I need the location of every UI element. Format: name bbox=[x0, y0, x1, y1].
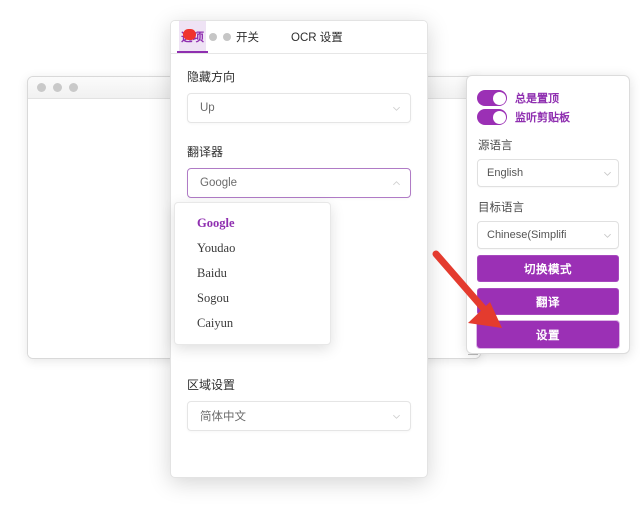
tab-switches[interactable]: 开关 bbox=[234, 21, 259, 53]
dropdown-option-label: Caiyun bbox=[197, 316, 234, 330]
settings-button[interactable]: 设置 bbox=[477, 321, 619, 348]
translator-value: Google bbox=[200, 177, 238, 189]
minimize-icon[interactable] bbox=[53, 83, 62, 92]
maximize-icon[interactable] bbox=[69, 83, 78, 92]
notification-badge-icon bbox=[183, 29, 196, 40]
chevron-down-icon bbox=[393, 414, 400, 419]
dropdown-option-label: Sogou bbox=[197, 291, 229, 305]
translator-label: 翻译器 bbox=[187, 145, 224, 159]
switch-mode-button[interactable]: 切换模式 bbox=[477, 255, 619, 282]
always-on-top-label: 总是置顶 bbox=[515, 93, 559, 105]
hide-direction-label: 隐藏方向 bbox=[187, 70, 236, 84]
dropdown-option-google[interactable]: Google bbox=[175, 211, 330, 236]
settings-label: 设置 bbox=[536, 329, 560, 342]
toggle-knob-icon bbox=[492, 110, 506, 124]
toggle-row-always-on-top[interactable]: 总是置顶 bbox=[477, 90, 619, 106]
locale-label: 区域设置 bbox=[187, 378, 236, 392]
tab-separator-dot-icon bbox=[209, 33, 217, 41]
chevron-down-icon bbox=[604, 171, 611, 176]
toggle-knob-icon bbox=[492, 91, 506, 105]
tab-separator-dot-icon bbox=[223, 33, 231, 41]
settings-tabbar: 选项 开关 OCR 设置 bbox=[171, 21, 427, 54]
translator-select[interactable]: Google bbox=[187, 168, 411, 198]
close-icon[interactable] bbox=[37, 83, 46, 92]
dropdown-option-label: Baidu bbox=[197, 266, 227, 280]
dropdown-option-sogou[interactable]: Sogou bbox=[175, 286, 330, 311]
chevron-down-icon bbox=[393, 106, 400, 111]
dropdown-option-caiyun[interactable]: Caiyun bbox=[175, 311, 330, 336]
dropdown-option-label: Youdao bbox=[197, 241, 236, 255]
floating-control-panel: 总是置顶 监听剪贴板 源语言 English 目标语言 Chinese(Simp… bbox=[466, 75, 630, 354]
switch-mode-label: 切换模式 bbox=[524, 263, 572, 276]
translate-button[interactable]: 翻译 bbox=[477, 288, 619, 315]
chevron-down-icon bbox=[604, 233, 611, 238]
tab-ocr-settings-label: OCR 设置 bbox=[291, 32, 343, 44]
locale-field-group: 区域设置 简体中文 bbox=[187, 376, 411, 451]
hide-direction-value: Up bbox=[200, 102, 215, 114]
dropdown-option-label: Google bbox=[197, 216, 235, 230]
listen-clipboard-toggle[interactable] bbox=[477, 109, 507, 125]
chevron-up-icon bbox=[393, 180, 400, 185]
source-language-select[interactable]: English bbox=[477, 159, 619, 187]
source-language-label: 源语言 bbox=[478, 140, 513, 152]
tab-switches-label: 开关 bbox=[236, 32, 259, 44]
tab-ocr-settings[interactable]: OCR 设置 bbox=[259, 21, 343, 53]
target-language-label: 目标语言 bbox=[478, 202, 524, 214]
always-on-top-toggle[interactable] bbox=[477, 90, 507, 106]
hide-direction-select[interactable]: Up bbox=[187, 93, 411, 123]
target-language-select[interactable]: Chinese(Simplifi bbox=[477, 221, 619, 249]
dropdown-option-youdao[interactable]: Youdao bbox=[175, 236, 330, 261]
source-language-value: English bbox=[487, 167, 524, 179]
settings-body: 隐藏方向 Up 翻译器 Google 区域设置 简体中文 bbox=[171, 54, 427, 431]
screenshot-stage: 总是置顶 监听剪贴板 源语言 English 目标语言 Chinese(Simp… bbox=[0, 0, 640, 527]
target-language-value: Chinese(Simplifi bbox=[487, 229, 567, 241]
dropdown-option-baidu[interactable]: Baidu bbox=[175, 261, 330, 286]
locale-select[interactable]: 简体中文 bbox=[187, 401, 411, 431]
translate-label: 翻译 bbox=[536, 296, 560, 309]
floating-panel-content: 总是置顶 监听剪贴板 源语言 English 目标语言 Chinese(Simp… bbox=[467, 76, 629, 353]
listen-clipboard-label: 监听剪贴板 bbox=[515, 112, 570, 124]
toggle-row-listen-clipboard[interactable]: 监听剪贴板 bbox=[477, 109, 619, 125]
translator-dropdown-menu[interactable]: Google Youdao Baidu Sogou Caiyun bbox=[174, 202, 331, 345]
locale-value: 简体中文 bbox=[200, 411, 246, 423]
